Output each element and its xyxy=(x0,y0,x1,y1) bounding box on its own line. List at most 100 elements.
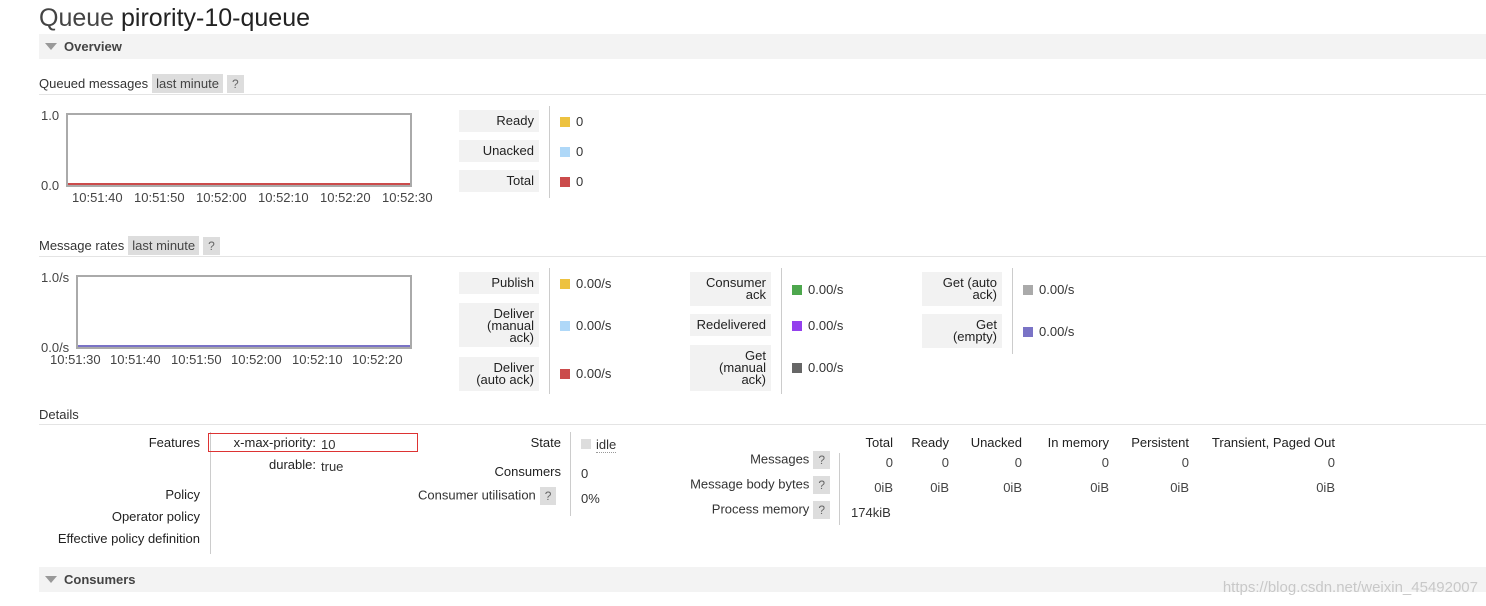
messages-in-memory: 0 xyxy=(1101,455,1109,470)
legend-key-redelivered: Redelivered xyxy=(690,314,771,336)
state-indicator-icon xyxy=(581,439,591,449)
messages-label: Messages xyxy=(750,451,810,467)
collapse-triangle-icon xyxy=(45,43,57,50)
rates-series-line xyxy=(78,345,410,347)
operator-policy-label: Operator policy xyxy=(111,509,200,524)
legend-key-deliver-auto-ack: Deliver (auto ack) xyxy=(459,357,539,391)
legend-key-line: ack xyxy=(745,287,766,302)
get-auto-swatch-icon xyxy=(1023,285,1033,295)
rates-x-tick: 10:52:00 xyxy=(231,352,282,367)
stats-divider xyxy=(839,453,840,525)
stats-header-unacked: Unacked xyxy=(970,435,1022,450)
unacked-value: 0 xyxy=(576,144,584,159)
queued-messages-label: Queued messages xyxy=(39,76,149,91)
legend-key-line: ack) xyxy=(741,372,766,387)
overview-section-label: Overview xyxy=(64,39,122,54)
legend-key-unacked: Unacked xyxy=(459,140,539,162)
process-memory-help-button[interactable]: ? xyxy=(813,501,830,519)
legend-key-deliver-manual-ack: Deliver (manual ack) xyxy=(459,303,539,347)
queued-range-selector[interactable]: last minute xyxy=(152,74,223,93)
queued-total-series-line xyxy=(68,183,410,185)
legend-divider xyxy=(549,106,550,198)
deliver-manual-rate-value: 0.00/s xyxy=(576,318,612,333)
deliver-auto-rate-value: 0.00/s xyxy=(576,366,612,381)
body-bytes-persistent: 0iB xyxy=(1170,480,1189,495)
messages-total: 0 xyxy=(885,455,893,470)
messages-ready: 0 xyxy=(941,455,949,470)
message-rates-chart xyxy=(76,275,412,349)
get-manual-swatch-icon xyxy=(792,363,802,373)
rates-x-tick: 10:51:30 xyxy=(50,352,101,367)
details-divider xyxy=(570,432,571,516)
legend-key-total: Total xyxy=(459,170,539,192)
legend-key-get-empty: Get (empty) xyxy=(922,314,1002,348)
consumer-utilisation-label: Consumer utilisation xyxy=(418,487,536,503)
stats-header-transient-paged-out: Transient, Paged Out xyxy=(1211,435,1335,450)
page-title: Queue pirority-10-queue xyxy=(39,4,310,33)
redelivered-rate-value: 0.00/s xyxy=(808,318,844,333)
rates-y-top-label: 1.0/s xyxy=(41,270,70,285)
queued-x-tick: 10:52:10 xyxy=(258,190,309,205)
divider xyxy=(39,256,1486,257)
queue-name: pirority-10-queue xyxy=(121,4,311,32)
messages-row-label: Messages? xyxy=(680,451,830,469)
rates-help-button[interactable]: ? xyxy=(203,236,220,255)
rates-range-selector[interactable]: last minute xyxy=(128,236,200,255)
consumer-ack-rate-value: 0.00/s xyxy=(808,282,844,297)
queued-y-top-label: 1.0 xyxy=(41,108,60,123)
body-bytes-in-memory: 0iB xyxy=(1090,480,1109,495)
get-manual-rate-value: 0.00/s xyxy=(808,360,844,375)
ready-value: 0 xyxy=(576,114,584,129)
queued-x-tick: 10:51:50 xyxy=(134,190,185,205)
body-bytes-ready: 0iB xyxy=(930,480,949,495)
watermark-text: https://blog.csdn.net/weixin_45492007 xyxy=(1222,579,1478,596)
message-rates-label: Message rates xyxy=(39,238,125,253)
redelivered-swatch-icon xyxy=(792,321,802,331)
process-memory-row-label: Process memory? xyxy=(680,501,830,519)
process-memory-label: Process memory xyxy=(711,501,810,517)
consumer-ack-swatch-icon xyxy=(792,285,802,295)
collapse-triangle-icon xyxy=(45,576,57,583)
overview-section-toggle[interactable]: Overview xyxy=(39,34,1486,59)
utilisation-help-button[interactable]: ? xyxy=(539,487,557,505)
queued-messages-chart xyxy=(66,113,412,187)
body-bytes-unacked: 0iB xyxy=(1003,480,1022,495)
legend-key-publish: Publish xyxy=(459,272,539,294)
deliver-manual-swatch-icon xyxy=(560,321,570,331)
body-bytes-total: 0iB xyxy=(874,480,893,495)
publish-rate-value: 0.00/s xyxy=(576,276,612,291)
feature-key-x-max-priority: x-max-priority: xyxy=(233,435,316,450)
queued-help-button[interactable]: ? xyxy=(227,74,244,93)
deliver-auto-swatch-icon xyxy=(560,369,570,379)
feature-value-durable: true xyxy=(321,459,344,474)
divider xyxy=(39,94,1486,95)
queued-y-bottom-label: 0.0 xyxy=(41,178,60,193)
queued-messages-header: Queued messages last minute? xyxy=(39,74,244,94)
stats-header-persistent: Persistent xyxy=(1131,435,1189,450)
queued-x-tick: 10:52:00 xyxy=(196,190,247,205)
legend-key-line: ack) xyxy=(509,330,534,345)
message-rates-header: Message rates last minute? xyxy=(39,236,220,256)
consumers-label: Consumers xyxy=(494,464,561,479)
body-bytes-row-label: Message body bytes? xyxy=(660,476,830,494)
state-label: State xyxy=(530,435,561,450)
body-bytes-help-button[interactable]: ? xyxy=(813,476,830,494)
divider xyxy=(39,424,1486,425)
legend-divider xyxy=(781,268,782,394)
get-empty-rate-value: 0.00/s xyxy=(1039,324,1075,339)
total-value: 0 xyxy=(576,174,584,189)
body-bytes-transient: 0iB xyxy=(1316,480,1335,495)
ready-swatch-icon xyxy=(560,117,570,127)
total-swatch-icon xyxy=(560,177,570,187)
legend-divider xyxy=(1012,268,1013,354)
messages-help-button[interactable]: ? xyxy=(813,451,830,469)
effective-policy-label: Effective policy definition xyxy=(57,531,200,546)
feature-key-durable: durable: xyxy=(269,457,316,472)
get-auto-rate-value: 0.00/s xyxy=(1039,282,1075,297)
messages-transient: 0 xyxy=(1327,455,1335,470)
rates-x-tick: 10:51:50 xyxy=(171,352,222,367)
process-memory-value: 174kiB xyxy=(851,505,891,520)
messages-unacked: 0 xyxy=(1014,455,1022,470)
legend-key-line: (empty) xyxy=(952,329,997,344)
stats-header-total: Total xyxy=(865,435,893,450)
